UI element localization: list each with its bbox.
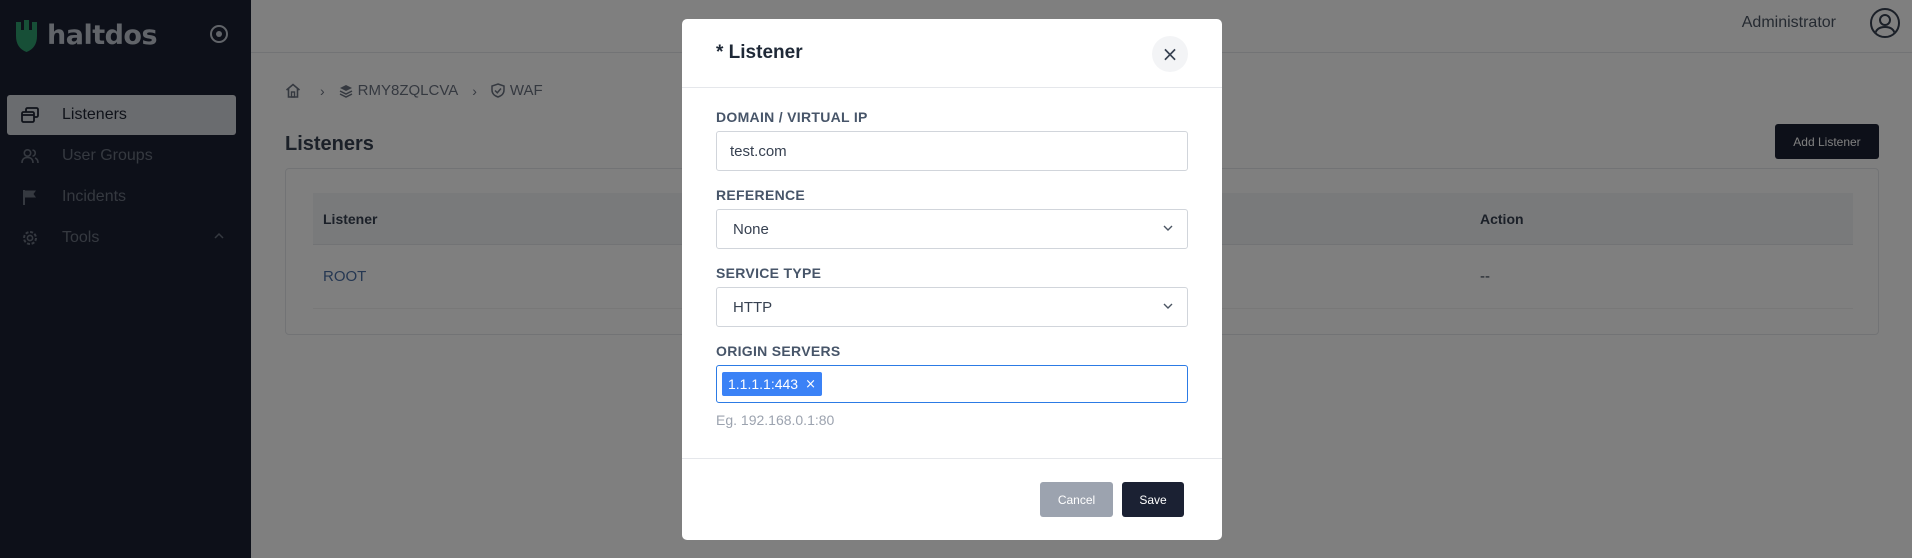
modal-title: * Listener	[716, 42, 803, 63]
chevron-down-icon	[1163, 303, 1173, 309]
listener-modal: * Listener × DOMAIN / VIRTUAL IP REFEREN…	[682, 19, 1222, 540]
domain-label: DOMAIN / VIRTUAL IP	[716, 109, 868, 125]
domain-input[interactable]	[716, 131, 1188, 171]
save-button[interactable]: Save	[1122, 482, 1184, 517]
reference-selected-value: None	[733, 220, 769, 238]
chevron-down-icon	[1163, 225, 1173, 231]
origin-server-tag: 1.1.1.1:443 ×	[722, 372, 822, 396]
reference-label: REFERENCE	[716, 187, 806, 203]
origin-servers-input[interactable]: 1.1.1.1:443 ×	[716, 365, 1188, 403]
tag-remove-icon[interactable]: ×	[805, 377, 816, 392]
close-icon[interactable]: ×	[1152, 36, 1188, 72]
tag-label: 1.1.1.1:443	[728, 376, 799, 392]
cancel-button[interactable]: Cancel	[1040, 482, 1113, 517]
modal-header: * Listener ×	[682, 19, 1222, 88]
service-type-select[interactable]: HTTP	[716, 287, 1188, 327]
origin-servers-hint: Eg. 192.168.0.1:80	[716, 412, 835, 428]
modal-footer: Cancel Save	[682, 458, 1222, 540]
reference-select[interactable]: None	[716, 209, 1188, 249]
service-type-selected-value: HTTP	[733, 298, 773, 316]
origin-servers-label: ORIGIN SERVERS	[716, 343, 841, 359]
service-type-label: SERVICE TYPE	[716, 265, 822, 281]
